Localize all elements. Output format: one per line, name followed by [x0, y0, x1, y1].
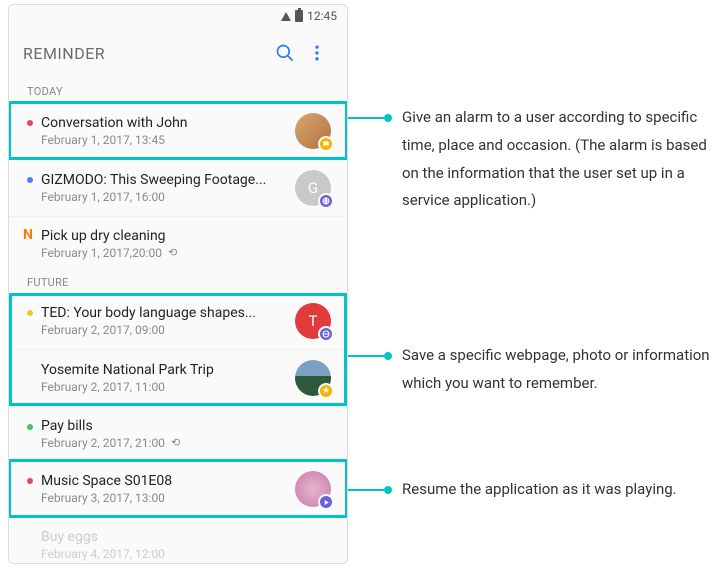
priority-dot-icon: [27, 177, 33, 183]
item-title: Buy eggs: [41, 529, 331, 545]
item-title: Yosemite National Park Trip: [41, 362, 287, 378]
avatar: ★: [295, 360, 331, 396]
callout-dot-icon: [384, 486, 392, 494]
item-title: Pick up dry cleaning: [41, 228, 331, 244]
item-date: February 1, 2017, 16:00: [41, 190, 287, 204]
callout-resume: Resume the application as it was playing…: [348, 476, 677, 504]
star-badge-icon: ★: [318, 383, 334, 399]
item-date: February 2, 2017, 09:00: [41, 323, 287, 337]
reminder-item-paybills[interactable]: Pay bills February 2, 2017, 21:00 ⟲: [9, 406, 347, 460]
reminder-item-buyeggs[interactable]: Buy eggs February 4, 2017, 12:00: [9, 517, 347, 564]
avatar-letter: G: [308, 179, 318, 197]
item-title: Pay bills: [41, 418, 331, 434]
signal-icon: [281, 12, 291, 21]
reminder-item-yosemite[interactable]: Yosemite National Park Trip February 2, …: [9, 349, 347, 406]
status-time: 12:45: [307, 9, 337, 23]
reminder-item-ted[interactable]: TED: Your body language shapes... Februa…: [9, 293, 347, 349]
item-date: February 2, 2017, 11:00: [41, 380, 287, 394]
section-future: FUTURE: [9, 270, 347, 293]
callout-dot-icon: [384, 352, 392, 360]
priority-dot-icon: [27, 120, 33, 126]
annotations-panel: Give an alarm to a user according to spe…: [348, 0, 728, 570]
more-icon[interactable]: [301, 37, 333, 69]
reminder-item-music[interactable]: Music Space S01E08 February 3, 2017, 13:…: [9, 460, 347, 517]
callout-alarm: Give an alarm to a user according to spe…: [348, 104, 722, 215]
item-title: Music Space S01E08: [41, 473, 287, 489]
reminder-item-conversation[interactable]: Conversation with John February 1, 2017,…: [9, 102, 347, 159]
item-title: TED: Your body language shapes...: [41, 305, 287, 321]
item-title: Conversation with John: [41, 115, 287, 131]
callout-text: Give an alarm to a user according to spe…: [392, 104, 722, 215]
item-date: February 4, 2017, 12:00: [41, 547, 331, 561]
priority-dot-icon: [27, 478, 33, 484]
callout-dot-icon: [384, 114, 392, 122]
status-bar: 12:45: [9, 5, 347, 27]
repeat-icon: ⟲: [168, 246, 177, 259]
avatar: [295, 113, 331, 149]
web-badge-icon: [318, 326, 334, 342]
play-badge-icon: [318, 494, 334, 510]
item-date: February 2, 2017, 21:00 ⟲: [41, 436, 331, 450]
item-date: February 1, 2017, 13:45: [41, 133, 287, 147]
reminder-item-drycleaning[interactable]: N Pick up dry cleaning February 1, 2017,…: [9, 216, 347, 270]
priority-dot-icon: [27, 310, 33, 316]
callout-save: Save a specific webpage, photo or inform…: [348, 342, 722, 398]
reminder-item-gizmodo[interactable]: GIZMODO: This Sweeping Footage... Februa…: [9, 159, 347, 216]
item-title: GIZMODO: This Sweeping Footage...: [41, 172, 287, 188]
chat-badge-icon: [318, 136, 334, 152]
callout-text: Save a specific webpage, photo or inform…: [392, 342, 722, 398]
web-badge-icon: [318, 193, 334, 209]
repeat-icon: ⟲: [171, 436, 180, 449]
battery-icon: [295, 10, 303, 22]
highlight-group-save: TED: Your body language shapes... Februa…: [9, 293, 347, 406]
avatar: G: [295, 170, 331, 206]
app-header: REMINDER: [9, 27, 347, 79]
avatar-letter: T: [309, 312, 318, 330]
callout-text: Resume the application as it was playing…: [392, 476, 677, 504]
avatar: [295, 471, 331, 507]
section-today: TODAY: [9, 79, 347, 102]
priority-dot-icon: [27, 424, 33, 430]
naver-icon: N: [23, 227, 33, 243]
item-date: February 3, 2017, 13:00: [41, 491, 287, 505]
search-icon[interactable]: [269, 37, 301, 69]
item-date: February 1, 2017,20:00 ⟲: [41, 246, 331, 260]
phone-frame: 12:45 REMINDER TODAY Conversation with J…: [8, 4, 348, 564]
avatar: T: [295, 303, 331, 339]
app-title: REMINDER: [23, 44, 269, 63]
